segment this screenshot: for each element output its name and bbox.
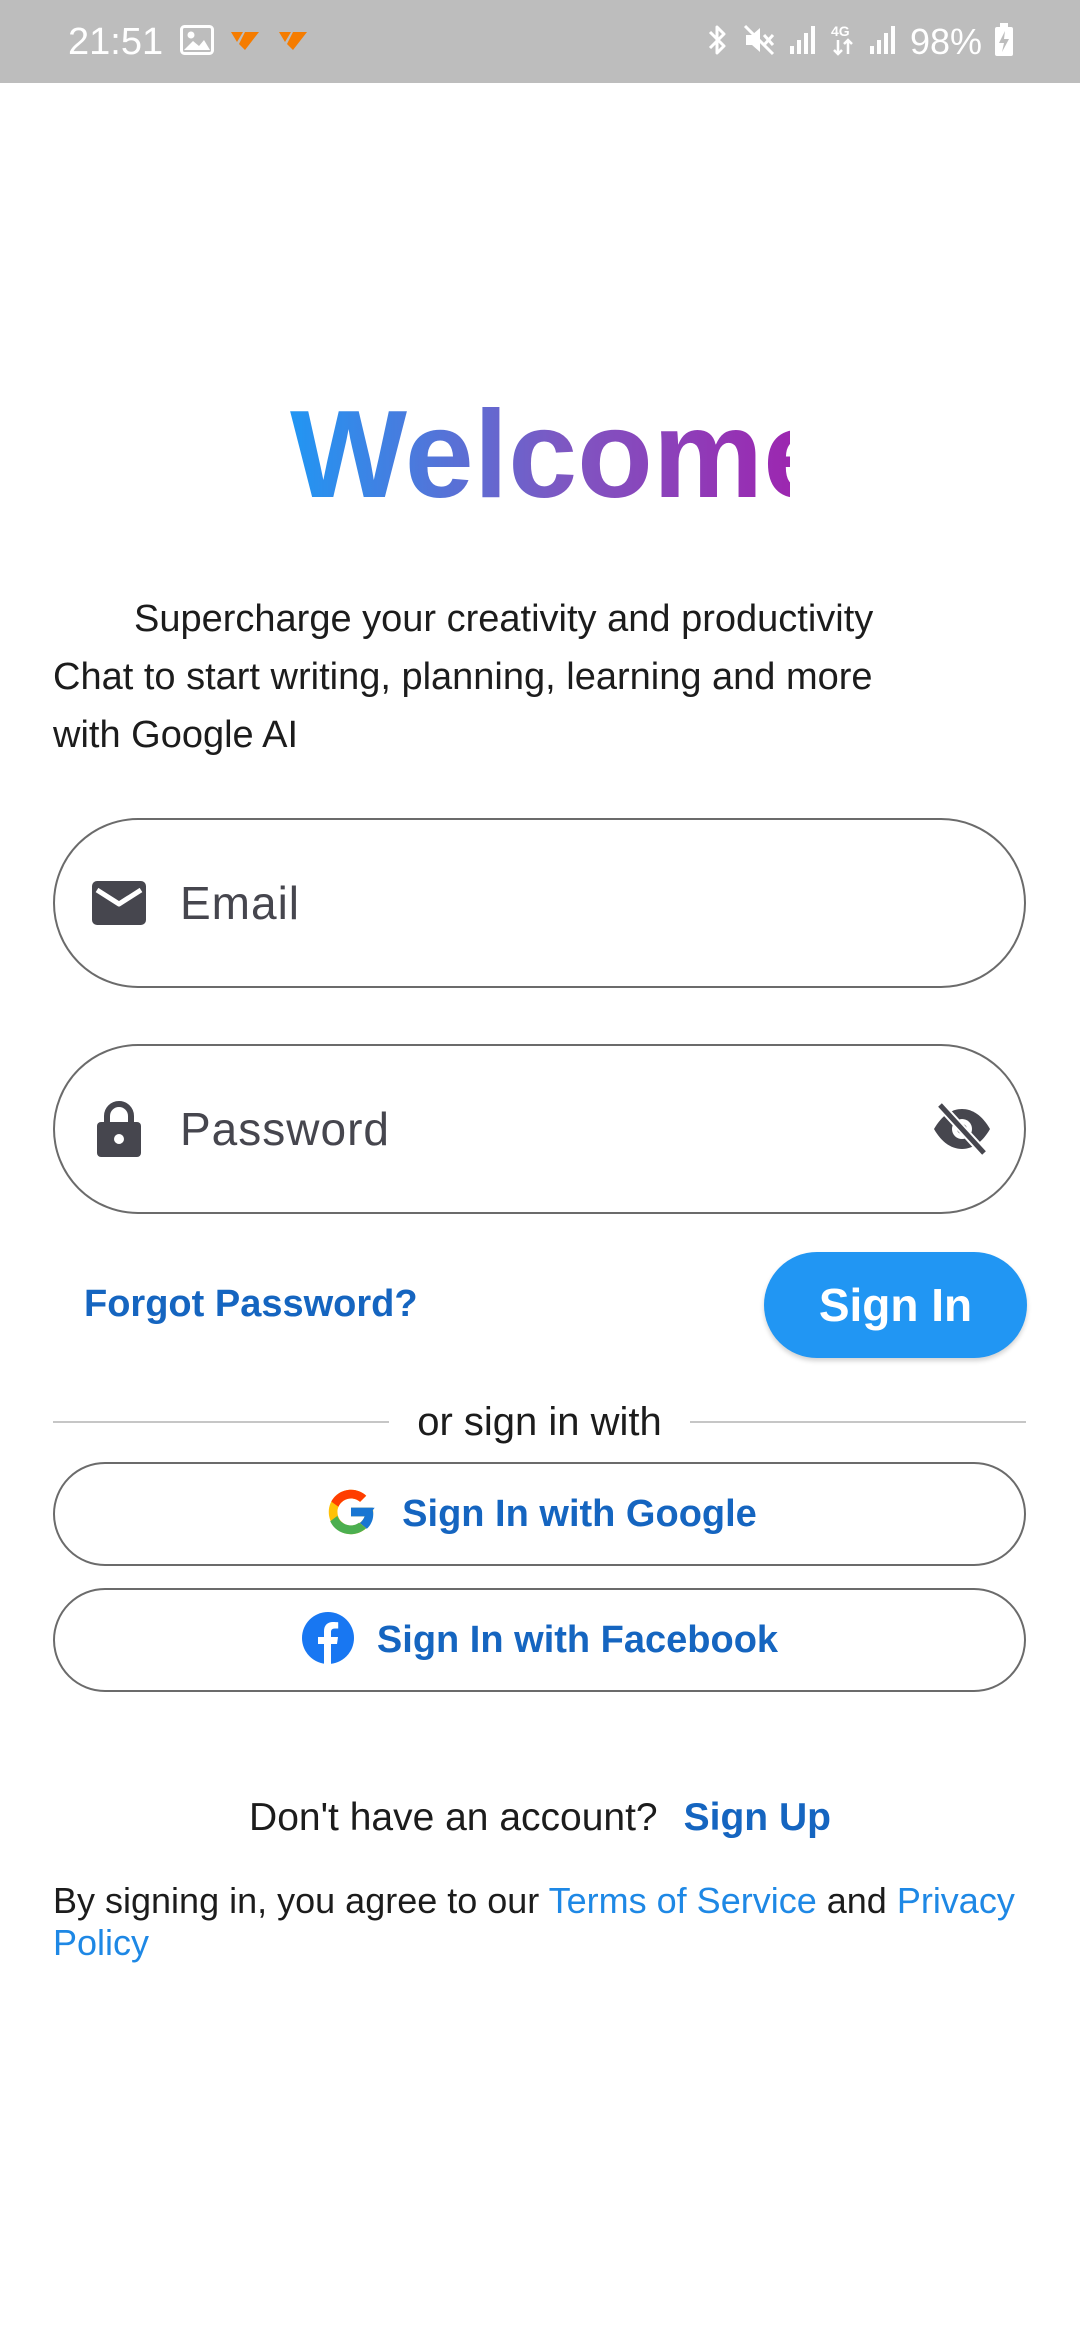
status-notification-icons (180, 22, 310, 62)
status-time: 21:51 (68, 21, 164, 63)
bluetooth-icon (706, 22, 730, 63)
gallery-icon (180, 24, 214, 60)
signal-icon (788, 24, 818, 61)
subtitle: Supercharge your creativity and producti… (53, 590, 1043, 764)
facebook-icon (301, 1611, 355, 1670)
divider-line (53, 1421, 390, 1423)
app-notification-icon (276, 26, 310, 59)
google-sign-in-button[interactable]: Sign In with Google (53, 1462, 1026, 1566)
page-title: Welcome (290, 380, 832, 530)
signup-row: Don't have an account? Sign Up (0, 1790, 1080, 1846)
password-input[interactable] (180, 1046, 860, 1212)
mail-icon (89, 873, 149, 933)
app-notification-icon (228, 26, 262, 59)
battery-charging-icon (994, 22, 1014, 62)
forgot-password-link[interactable]: Forgot Password? (84, 1280, 418, 1328)
subtitle-line: Supercharge your creativity and producti… (134, 598, 874, 640)
divider-line (689, 1421, 1026, 1423)
terms-prefix: By signing in, you agree to our (53, 1880, 549, 1921)
google-icon (322, 1483, 380, 1546)
password-field[interactable] (53, 1044, 1026, 1214)
divider: or sign in with (53, 1395, 1026, 1449)
status-bar: 21:51 4G 98% (0, 0, 1080, 83)
svg-text:4G: 4G (831, 23, 850, 39)
signal-icon (868, 24, 898, 61)
email-input[interactable] (180, 820, 860, 986)
subtitle-line: Chat to start writing, planning, learnin… (53, 656, 873, 698)
terms-of-service-link[interactable]: Terms of Service (549, 1880, 817, 1921)
email-field[interactable] (53, 818, 1026, 988)
signup-question: Don't have an account? (249, 1796, 658, 1839)
divider-text: or sign in with (417, 1399, 662, 1444)
status-system-icons: 4G 98% (706, 20, 1014, 64)
lock-icon (89, 1099, 149, 1159)
battery-percent: 98% (909, 21, 982, 62)
sign-up-link[interactable]: Sign Up (684, 1796, 831, 1839)
mute-icon (742, 23, 776, 62)
subtitle-line: with Google AI (53, 714, 299, 756)
terms-notice: By signing in, you agree to our Terms of… (53, 1880, 1043, 1964)
terms-and: and (816, 1880, 897, 1921)
data-4g-icon: 4G (830, 22, 856, 63)
facebook-sign-in-button[interactable]: Sign In with Facebook (53, 1588, 1026, 1692)
sign-in-button[interactable]: Sign In (764, 1252, 1027, 1358)
google-sign-in-label: Sign In with Google (402, 1492, 757, 1535)
visibility-off-icon[interactable] (930, 1097, 994, 1161)
facebook-sign-in-label: Sign In with Facebook (376, 1618, 779, 1661)
